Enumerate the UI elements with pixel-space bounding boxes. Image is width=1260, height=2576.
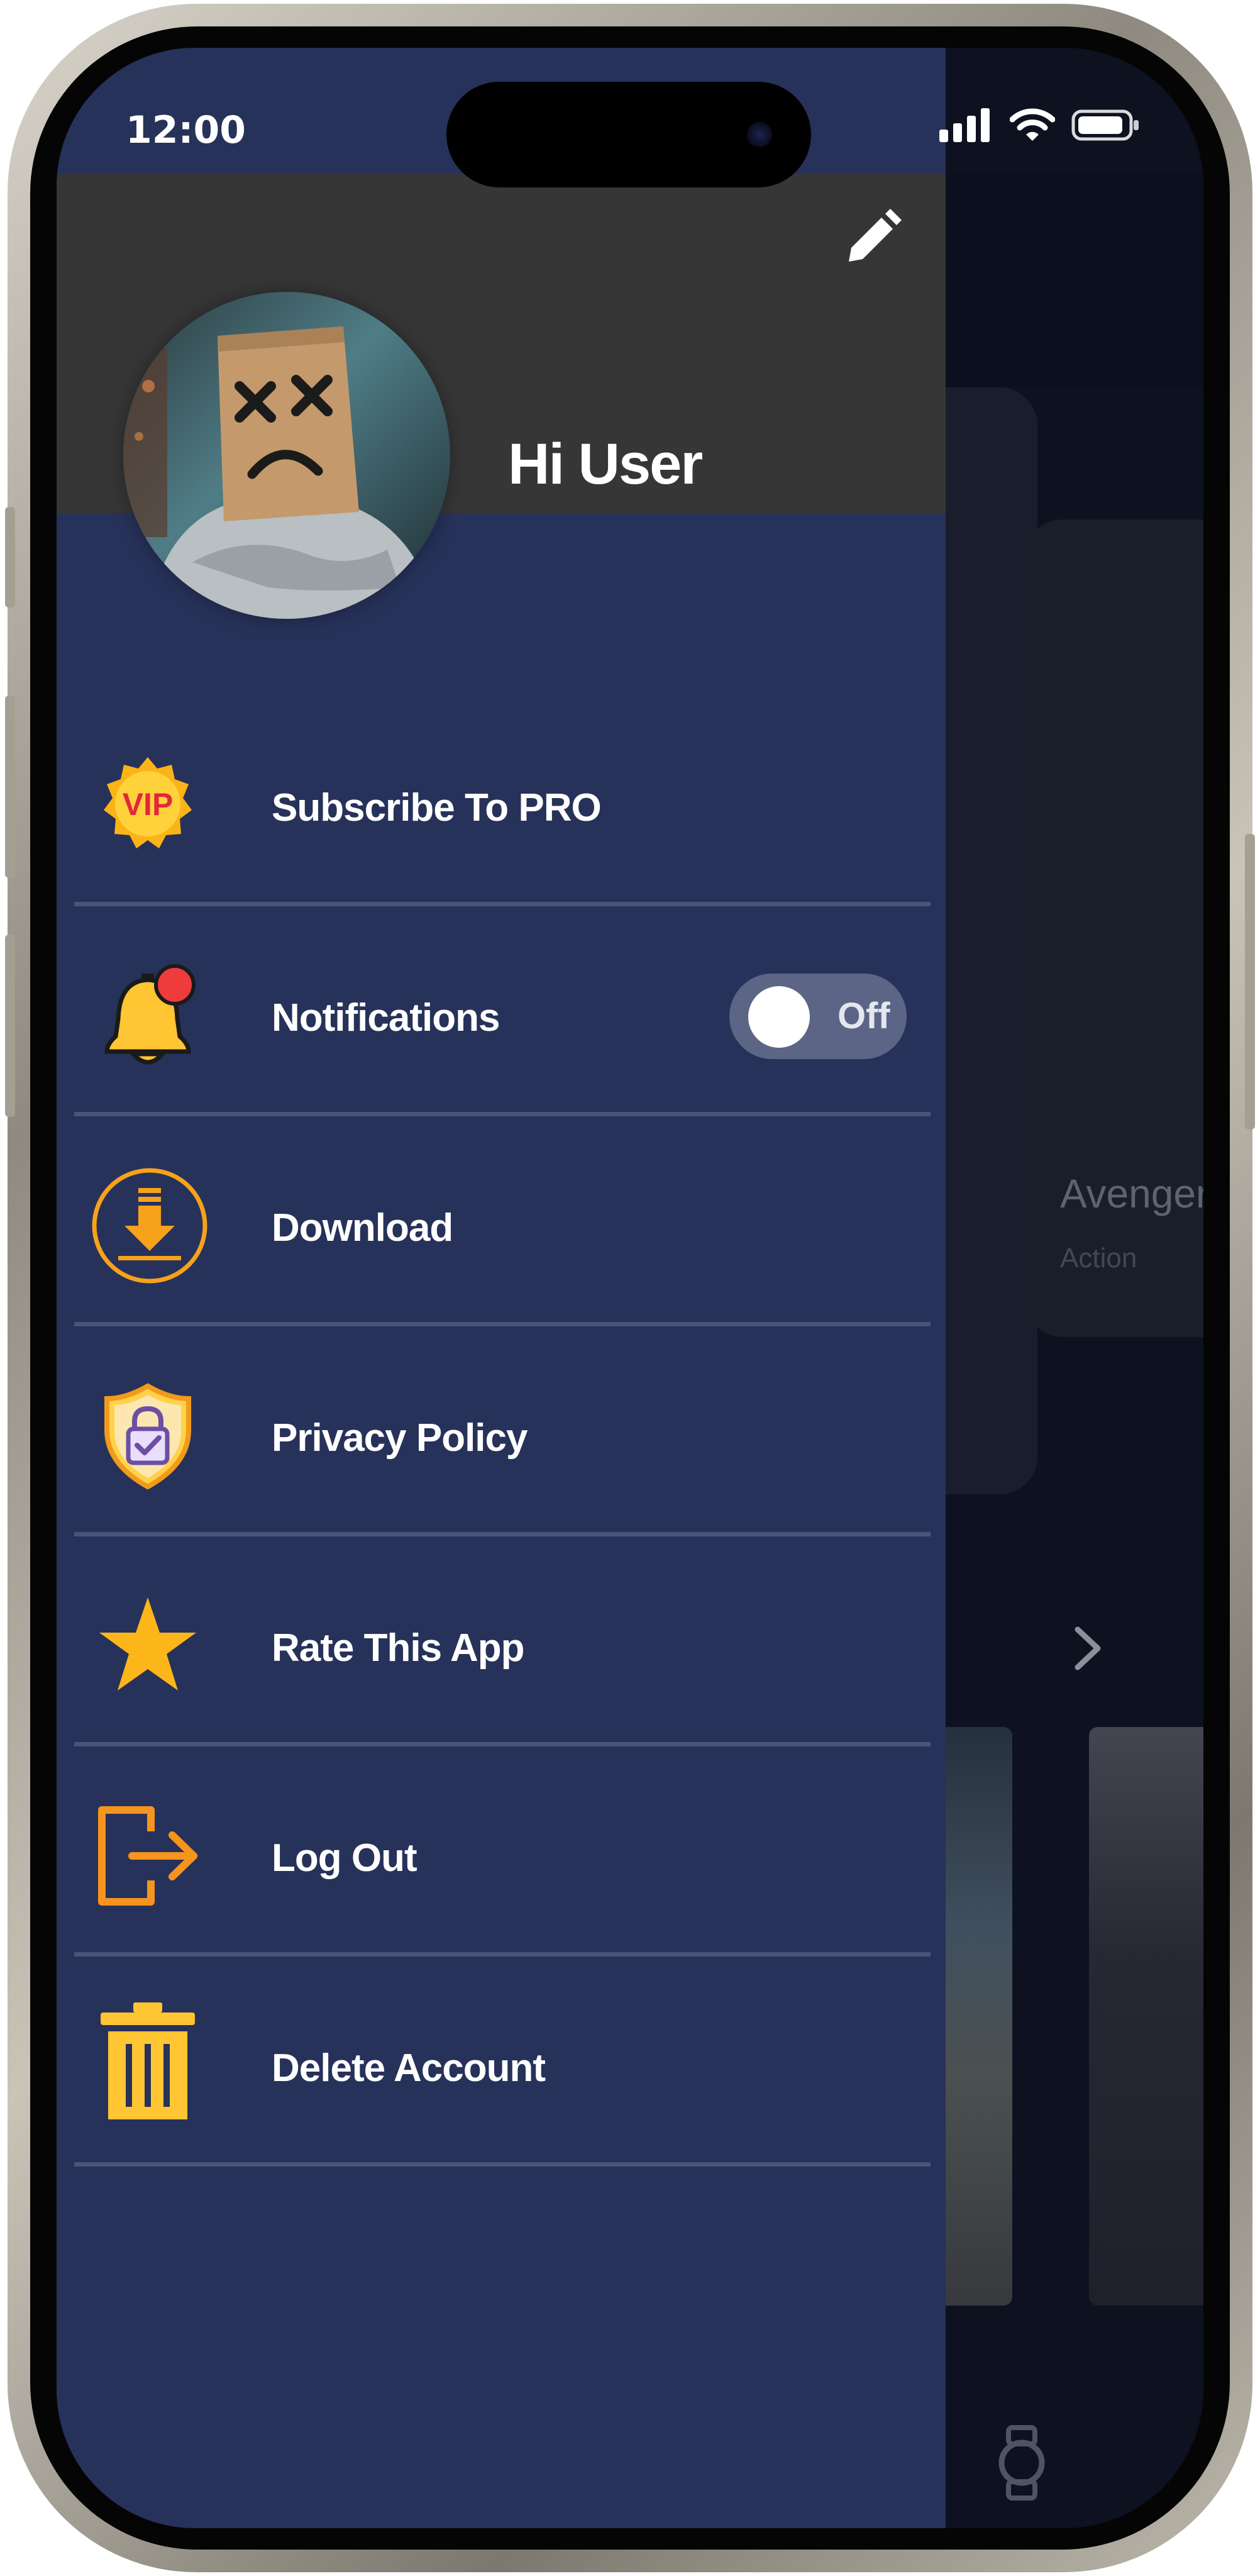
menu-item-label: Privacy Policy bbox=[272, 1416, 528, 1460]
status-time: 12:00 bbox=[126, 108, 246, 152]
menu-item-label: Notifications bbox=[272, 996, 500, 1040]
power-button bbox=[1245, 834, 1255, 1130]
menu-item-label: Delete Account bbox=[272, 2046, 546, 2090]
menu-item-subscribe-pro[interactable]: VIP Subscribe To PRO bbox=[74, 701, 931, 911]
trash-icon bbox=[94, 2002, 201, 2119]
divider bbox=[74, 902, 931, 906]
menu-item-notifications[interactable]: Notifications Off bbox=[74, 911, 931, 1121]
status-bar: 12:00 bbox=[57, 48, 1203, 187]
volume-up-button bbox=[5, 696, 15, 878]
watch-icon[interactable] bbox=[993, 2425, 1050, 2504]
divider bbox=[74, 1952, 931, 1957]
menu-item-rate-app[interactable]: Rate This App bbox=[74, 1541, 931, 1751]
divider bbox=[74, 1322, 931, 1326]
bell-icon bbox=[94, 962, 201, 1069]
pencil-icon[interactable] bbox=[841, 206, 904, 269]
toggle-knob bbox=[748, 986, 810, 1048]
volume-down-button bbox=[5, 935, 15, 1117]
menu-item-label: Download bbox=[272, 1206, 453, 1250]
menu-item-label: Rate This App bbox=[272, 1626, 525, 1670]
background-poster[interactable] bbox=[1089, 1727, 1203, 2306]
divider bbox=[74, 1742, 931, 1746]
signal-icon bbox=[939, 108, 993, 145]
avatar[interactable] bbox=[123, 292, 450, 619]
background-header bbox=[937, 174, 1203, 387]
divider bbox=[74, 1532, 931, 1536]
greeting-title: Hi User bbox=[508, 432, 703, 496]
menu-item-delete-account[interactable]: Delete Account bbox=[74, 1961, 931, 2171]
download-icon bbox=[92, 1168, 207, 1284]
menu-item-label: Log Out bbox=[272, 1836, 417, 1880]
vip-badge-icon: VIP bbox=[94, 752, 201, 859]
wifi-icon bbox=[1009, 108, 1056, 145]
shield-lock-icon bbox=[94, 1382, 201, 1490]
menu-item-label: Subscribe To PRO bbox=[272, 786, 602, 830]
logout-icon bbox=[94, 1802, 201, 1909]
toggle-state-label: Off bbox=[837, 996, 890, 1036]
navigation-drawer: Hi User VIP Subscribe To PRO Notificatio… bbox=[57, 48, 946, 2528]
menu-item-privacy-policy[interactable]: Privacy Policy bbox=[74, 1331, 931, 1541]
chevron-right-icon[interactable] bbox=[1069, 1623, 1107, 1677]
divider bbox=[74, 2162, 931, 2167]
dynamic-island bbox=[446, 82, 811, 187]
notifications-toggle[interactable]: Off bbox=[729, 974, 907, 1059]
background-card-title: Avengers bbox=[1060, 1171, 1203, 1216]
status-icons bbox=[939, 108, 1141, 145]
star-icon bbox=[94, 1592, 201, 1699]
divider bbox=[74, 1112, 931, 1116]
screen: Avengers Action 12:00 bbox=[57, 48, 1203, 2528]
menu-item-log-out[interactable]: Log Out bbox=[74, 1751, 931, 1961]
vip-badge-text: VIP bbox=[123, 787, 174, 822]
action-button bbox=[5, 507, 15, 608]
menu-item-download[interactable]: Download bbox=[74, 1121, 931, 1331]
background-card-genre: Action bbox=[1060, 1243, 1137, 1274]
camera-icon bbox=[747, 122, 772, 147]
battery-icon bbox=[1071, 108, 1141, 145]
